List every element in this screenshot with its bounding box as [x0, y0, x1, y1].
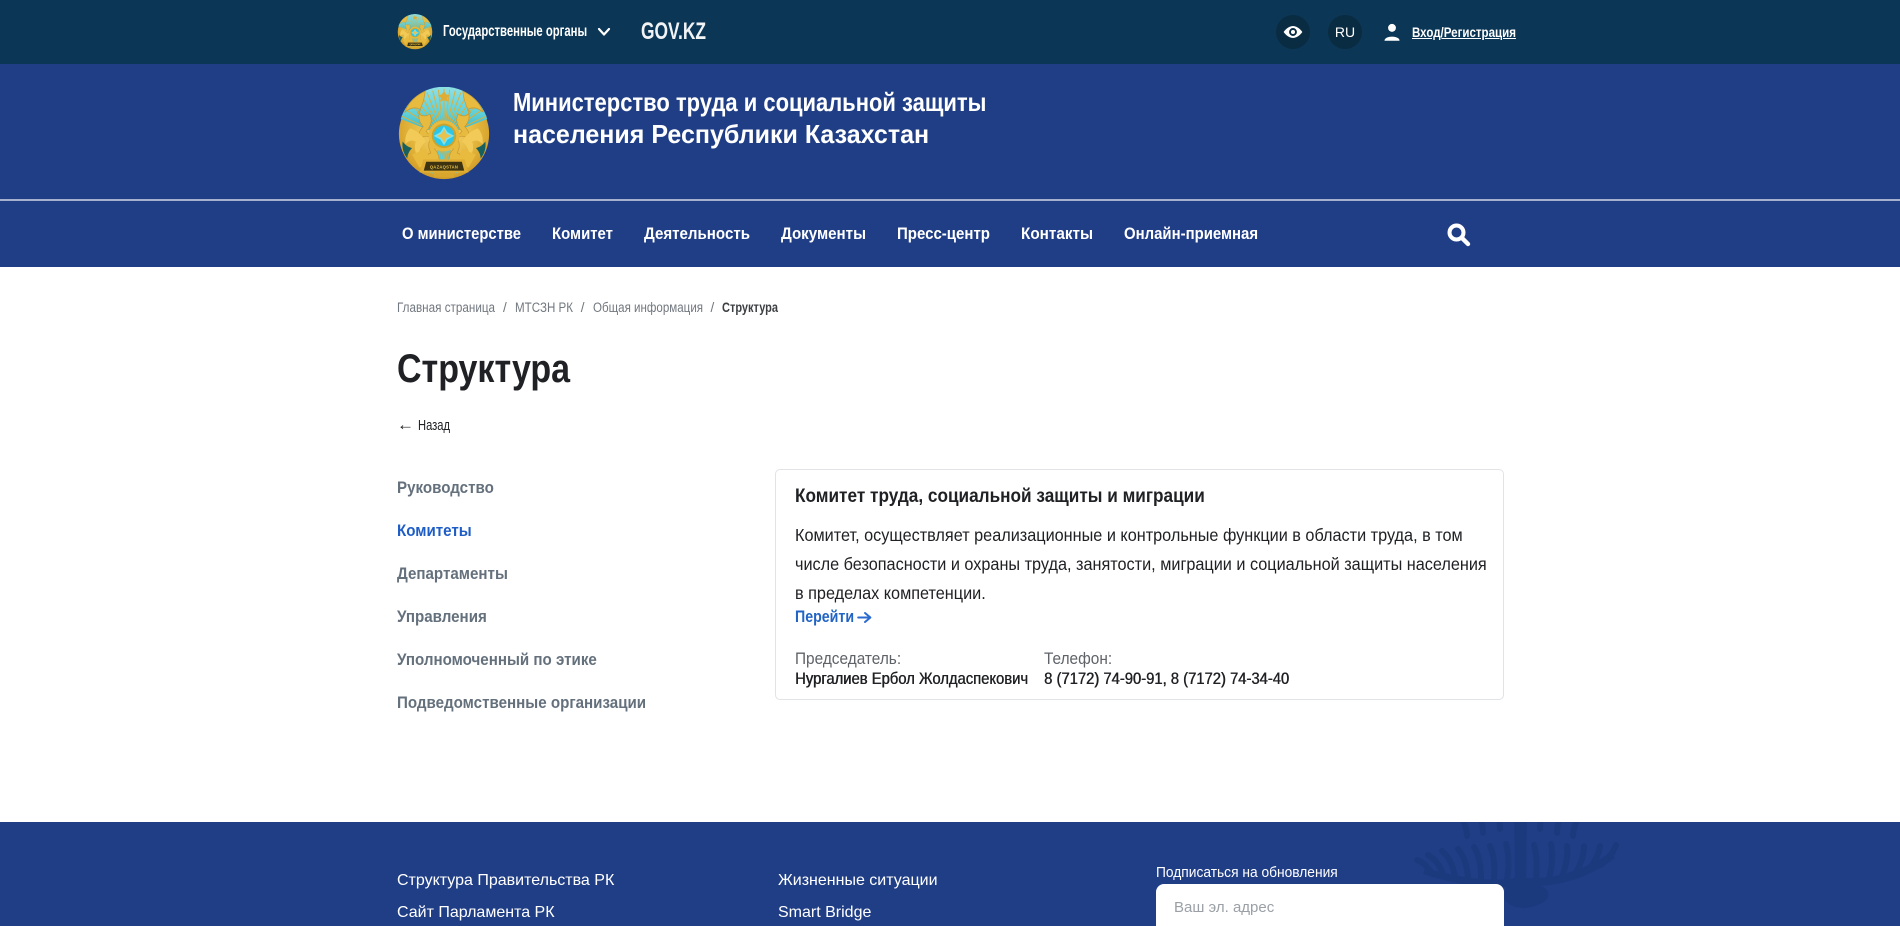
svg-text:QAZAQSTAN: QAZAQSTAN — [430, 164, 458, 169]
